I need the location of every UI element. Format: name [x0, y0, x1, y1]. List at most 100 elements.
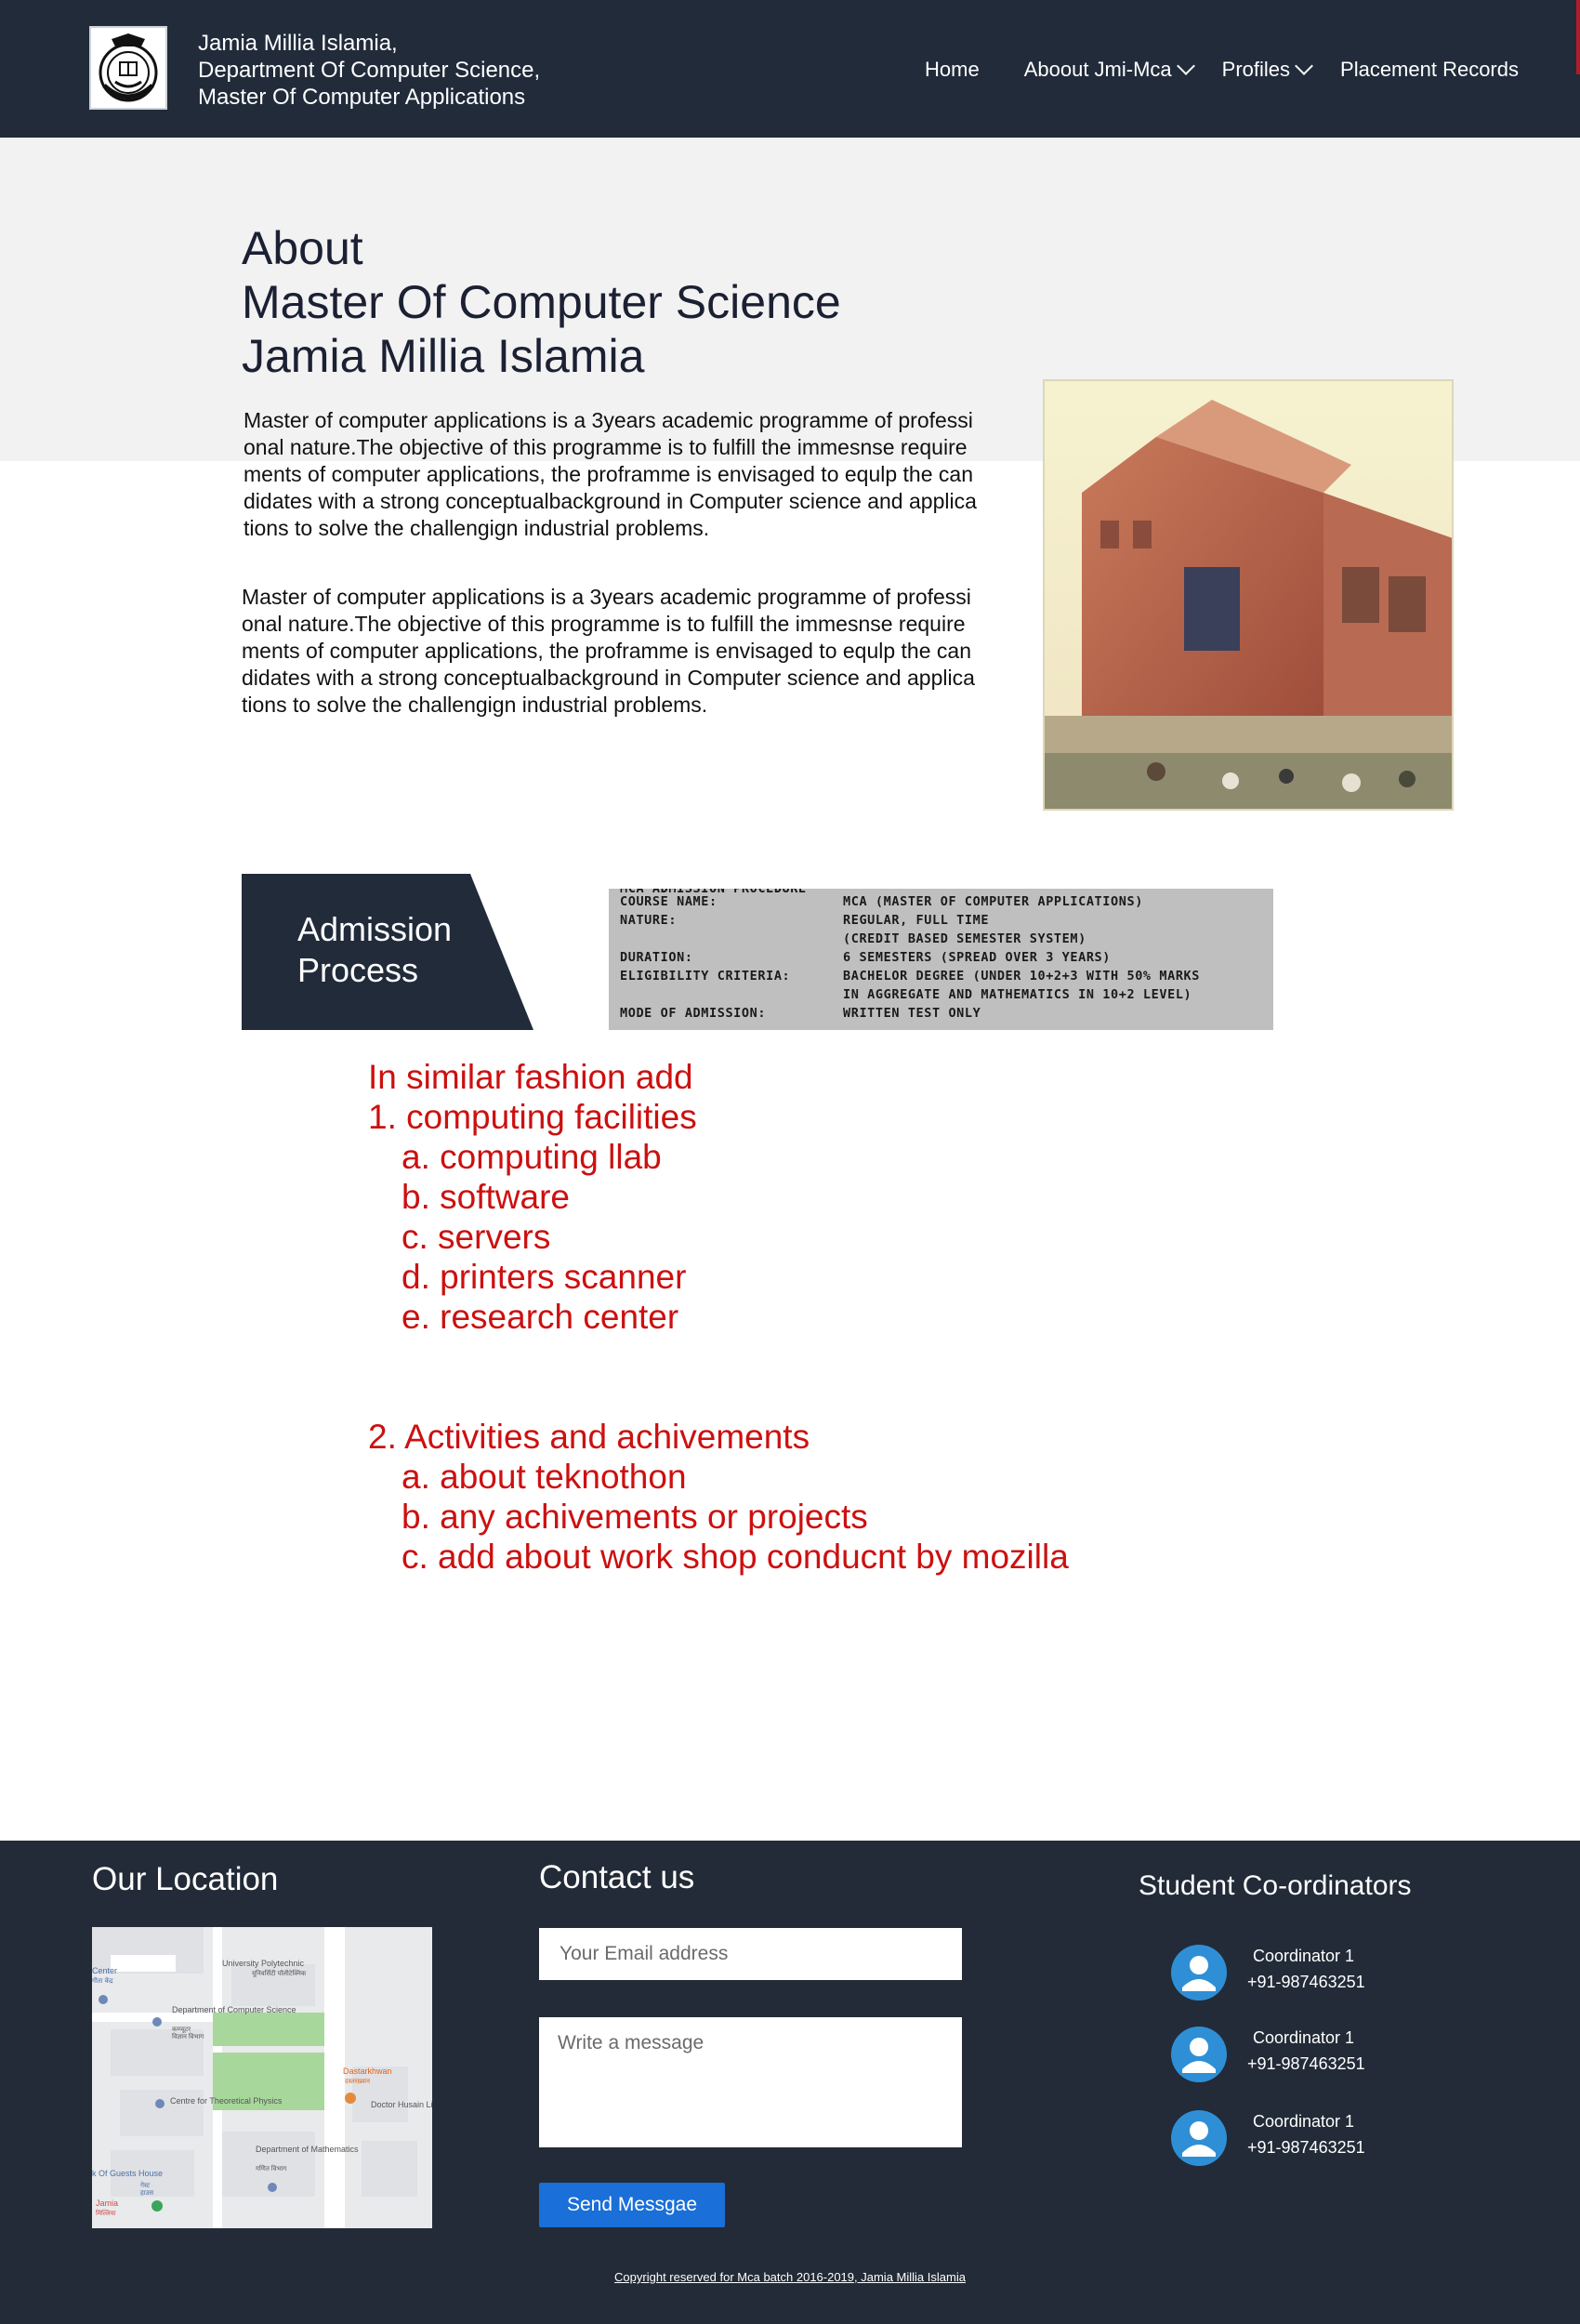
- note-line: 1. computing facilities: [368, 1098, 697, 1136]
- nav-about-label: Aboout Jmi-Mca: [1023, 58, 1172, 81]
- table-key: NATURE:: [620, 913, 678, 928]
- table-value: IN AGGREGATE AND MATHEMATICS IN 10+2 LEV…: [843, 987, 1192, 1002]
- location-map[interactable]: Center गीता केंद्र University Polytechni…: [92, 1927, 432, 2228]
- brand-line-program: Master Of Computer Applications: [198, 85, 526, 110]
- map-label: गेस्ट: [140, 2181, 151, 2189]
- map-label: हाउस: [140, 2190, 153, 2197]
- coordinator-phone: +91-987463251: [1247, 2054, 1365, 2073]
- table-key: ELIGIBILITY CRITERIA:: [620, 969, 791, 984]
- building-image: [1045, 381, 1452, 809]
- table-value: WRITTEN TEST ONLY: [843, 1006, 981, 1021]
- email-field[interactable]: [539, 1928, 962, 1980]
- admission-details-image: MCA ADMISSION PROCEDURE COURSE NAME: MCA …: [609, 889, 1273, 1030]
- brand-text: Jamia Millia Islamia, Department Of Comp…: [198, 30, 540, 111]
- nav-placement-records[interactable]: Placement Records: [1340, 58, 1519, 82]
- admission-line1: Admission: [297, 910, 453, 948]
- coordinator-name: Coordinator 1: [1253, 2028, 1355, 2047]
- coordinator-phone: +91-987463251: [1247, 1973, 1365, 1991]
- site-header: Jamia Millia Islamia, Department Of Comp…: [0, 0, 1580, 138]
- table-key: DURATION:: [620, 950, 693, 965]
- nav-placement-label: Placement Records: [1340, 58, 1519, 81]
- campus-building-photo: [1043, 379, 1454, 811]
- send-message-button[interactable]: Send Messgae: [539, 2183, 725, 2227]
- note-line: 2. Activities and achivements: [368, 1418, 810, 1456]
- university-logo[interactable]: [89, 26, 167, 110]
- university-seal-icon: [94, 31, 163, 105]
- user-avatar-icon: [1171, 1945, 1227, 2000]
- map-label: Jamia: [96, 2199, 118, 2208]
- note-line: b. software: [402, 1178, 570, 1216]
- copyright-link[interactable]: Copyright reserved for Mca batch 2016-20…: [0, 2270, 1580, 2284]
- map-label: गणित विभाग: [256, 2164, 287, 2172]
- nav-profiles-label: Profiles: [1221, 58, 1291, 81]
- map-pin-icon: [155, 2099, 165, 2108]
- table-value: (CREDIT BASED SEMESTER SYSTEM): [843, 931, 1086, 946]
- title-line-university: Jamia Millia Islamia: [242, 330, 645, 382]
- main-nav: Home Aboout Jmi-Mca Profiles Placement R…: [925, 57, 1519, 82]
- message-field[interactable]: [539, 2017, 962, 2147]
- restaurant-pin-icon: [345, 2093, 356, 2104]
- coordinators-heading: Student Co-ordinators: [1139, 1870, 1412, 1901]
- edge-accent: [1576, 0, 1580, 74]
- map-label: Department of Computer Science: [172, 2005, 296, 2014]
- title-line-program: Master Of Computer Science: [242, 276, 841, 328]
- table-value: 6 SEMESTERS (SPREAD OVER 3 YEARS): [843, 950, 1112, 965]
- table-row: COURSE NAME: MCA (MASTER OF COMPUTER APPL…: [620, 894, 1143, 909]
- coordinator-card: Coordinator 1 +91-987463251: [1171, 1945, 1450, 2000]
- map-pin-icon: [268, 2183, 277, 2192]
- note-line: a. about teknothon: [402, 1458, 687, 1496]
- coordinator-name: Coordinator 1: [1253, 1947, 1355, 1965]
- page-title: About Master Of Computer Science Jamia M…: [242, 221, 841, 383]
- contact-heading: Contact us: [539, 1859, 695, 1895]
- chevron-down-icon: [1295, 57, 1313, 75]
- table-row: MODE OF ADMISSION: WRITTEN TEST ONLY: [620, 1006, 981, 1021]
- site-footer: Our Location Contact us Student Co-ordin…: [0, 1841, 1580, 2324]
- about-paragraph: Master of computer applications is a 3ye…: [242, 585, 975, 717]
- coordinator-card: Coordinator 1 +91-987463251: [1171, 2027, 1450, 2082]
- coordinator-name: Coordinator 1: [1253, 2112, 1355, 2131]
- table-value: REGULAR, FULL TIME: [843, 913, 990, 928]
- map-label: Center: [92, 1966, 117, 1975]
- table-row: DURATION: 6 SEMESTERS (SPREAD OVER 3 YEAR…: [620, 950, 1111, 965]
- map-label: Department of Mathematics: [256, 2145, 359, 2154]
- nav-about[interactable]: Aboout Jmi-Mca: [1023, 57, 1195, 82]
- map-graphic: Center गीता केंद्र University Polytechni…: [92, 1927, 432, 2228]
- map-label: कम्प्यूटर: [172, 2027, 191, 2033]
- note-line: In similar fashion add: [368, 1058, 693, 1096]
- todo-notes: In similar fashion add 1. computing faci…: [368, 1057, 1069, 1577]
- table-row: IN AGGREGATE AND MATHEMATICS IN 10+2 LEV…: [620, 987, 1192, 1002]
- user-avatar-icon: [1171, 2110, 1227, 2166]
- admission-line2: Process: [297, 951, 419, 989]
- table-value: BACHELOR DEGREE (UNDER 10+2+3 WITH 50% M…: [843, 969, 1201, 984]
- map-label: दस्तरख़्वान: [345, 2079, 370, 2085]
- note-line: b. any achivements or projects: [402, 1498, 868, 1536]
- brand-line-university: Jamia Millia Islamia,: [198, 31, 398, 56]
- map-pin-icon: [152, 2017, 162, 2027]
- map-label: University Polytechnic: [222, 1959, 305, 1968]
- admission-title: Admission Process: [297, 909, 452, 991]
- map-label: Doctor Husain Li: [371, 2100, 432, 2109]
- nav-profiles[interactable]: Profiles: [1221, 57, 1313, 82]
- note-line: e. research center: [402, 1298, 679, 1336]
- admission-banner: Admission Process: [242, 874, 533, 1030]
- map-label: Dastarkhwan: [343, 2067, 392, 2076]
- about-paragraph: Master of computer applications is a 3ye…: [244, 408, 977, 540]
- note-line: c. servers: [402, 1218, 551, 1256]
- coordinator-phone: +91-987463251: [1247, 2138, 1365, 2157]
- note-line: d. printers scanner: [402, 1258, 687, 1296]
- note-line: c. add about work shop conducnt by mozil…: [402, 1538, 1069, 1576]
- nav-home[interactable]: Home: [925, 58, 980, 82]
- user-avatar-icon: [1171, 2027, 1227, 2082]
- map-label: यूनिवर्सिटी पॉलीटेक्निक: [252, 1969, 307, 1977]
- location-heading: Our Location: [92, 1861, 279, 1897]
- nav-home-label: Home: [925, 58, 980, 81]
- note-spacer: [368, 1337, 1069, 1417]
- map-label: गीता केंद्र: [92, 1976, 113, 1985]
- table-key: COURSE NAME:: [620, 894, 718, 909]
- table-key: MODE OF ADMISSION:: [620, 1006, 767, 1021]
- table-value: MCA (MASTER OF COMPUTER APPLICATIONS): [843, 894, 1143, 909]
- map-label: k Of Guests House: [92, 2169, 163, 2178]
- brand-line-department: Department Of Computer Science,: [198, 58, 541, 83]
- map-label: मिल्लिया: [96, 2209, 116, 2217]
- map-pin-icon: [151, 2200, 163, 2212]
